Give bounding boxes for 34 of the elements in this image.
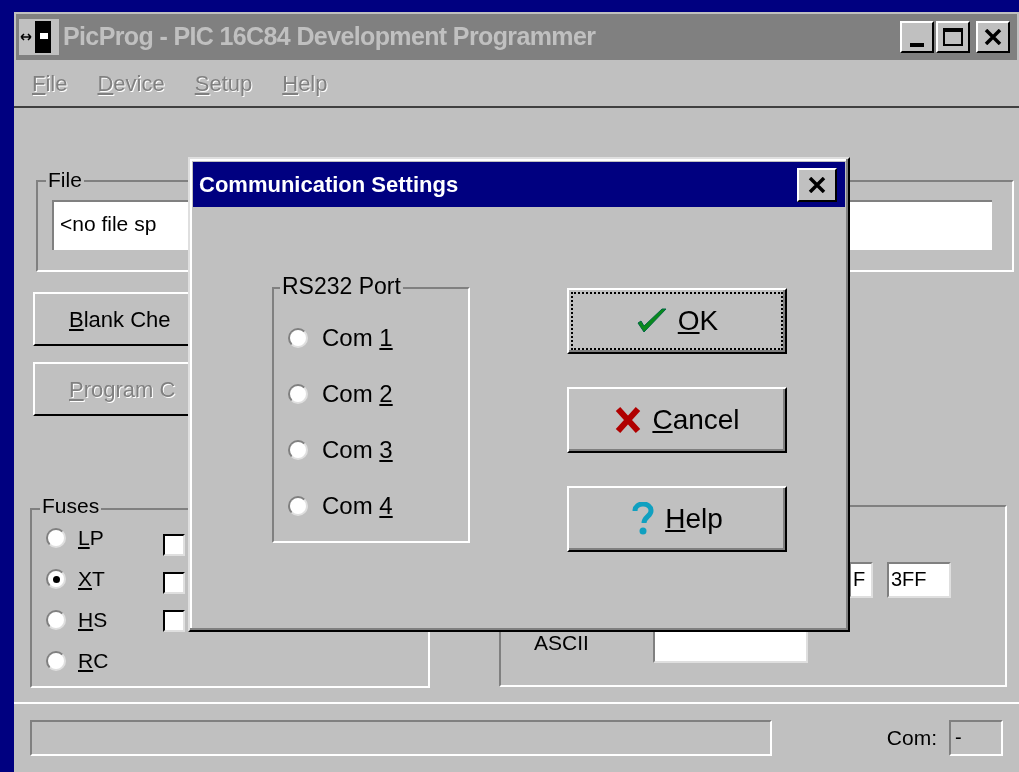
com-label: Com:: [886, 725, 937, 752]
checkbox[interactable]: [163, 534, 185, 556]
minimize-button[interactable]: [900, 21, 934, 53]
maximize-icon: [943, 28, 963, 46]
close-button[interactable]: [797, 167, 837, 202]
close-icon: [808, 176, 826, 193]
radio-button[interactable]: [288, 496, 308, 516]
checkbox[interactable]: [163, 572, 185, 594]
radio-button[interactable]: [288, 384, 308, 404]
hex-field[interactable]: 3FF: [887, 562, 951, 598]
radio-label: Com 3: [322, 435, 393, 465]
hex-field[interactable]: F: [849, 562, 873, 598]
radio-label: RC: [78, 648, 109, 675]
chip-icon: [19, 19, 59, 55]
x-mark-icon: [614, 406, 643, 434]
checkbox[interactable]: [163, 610, 185, 632]
radio-button[interactable]: [288, 440, 308, 460]
radio-label: HS: [78, 607, 108, 634]
maximize-button[interactable]: [936, 21, 970, 53]
radio-button[interactable]: [288, 328, 308, 348]
com-field: -: [949, 720, 1003, 756]
question-mark-icon: [631, 502, 656, 536]
radio-label: XT: [78, 566, 105, 593]
close-icon: [984, 29, 1002, 45]
dialog-title: Communication Settings: [199, 171, 459, 199]
minimize-icon: [910, 43, 924, 47]
ascii-label: ASCII: [534, 631, 589, 655]
help-button[interactable]: Help: [567, 486, 787, 552]
cancel-button[interactable]: Cancel: [567, 387, 787, 453]
ok-button[interactable]: OK: [567, 288, 787, 354]
close-button[interactable]: [976, 21, 1010, 53]
radio-label: LP: [78, 525, 104, 552]
radio-label: Com 4: [322, 491, 393, 521]
window-title: PicProg - PIC 16C84 Development Programmer: [63, 21, 596, 53]
